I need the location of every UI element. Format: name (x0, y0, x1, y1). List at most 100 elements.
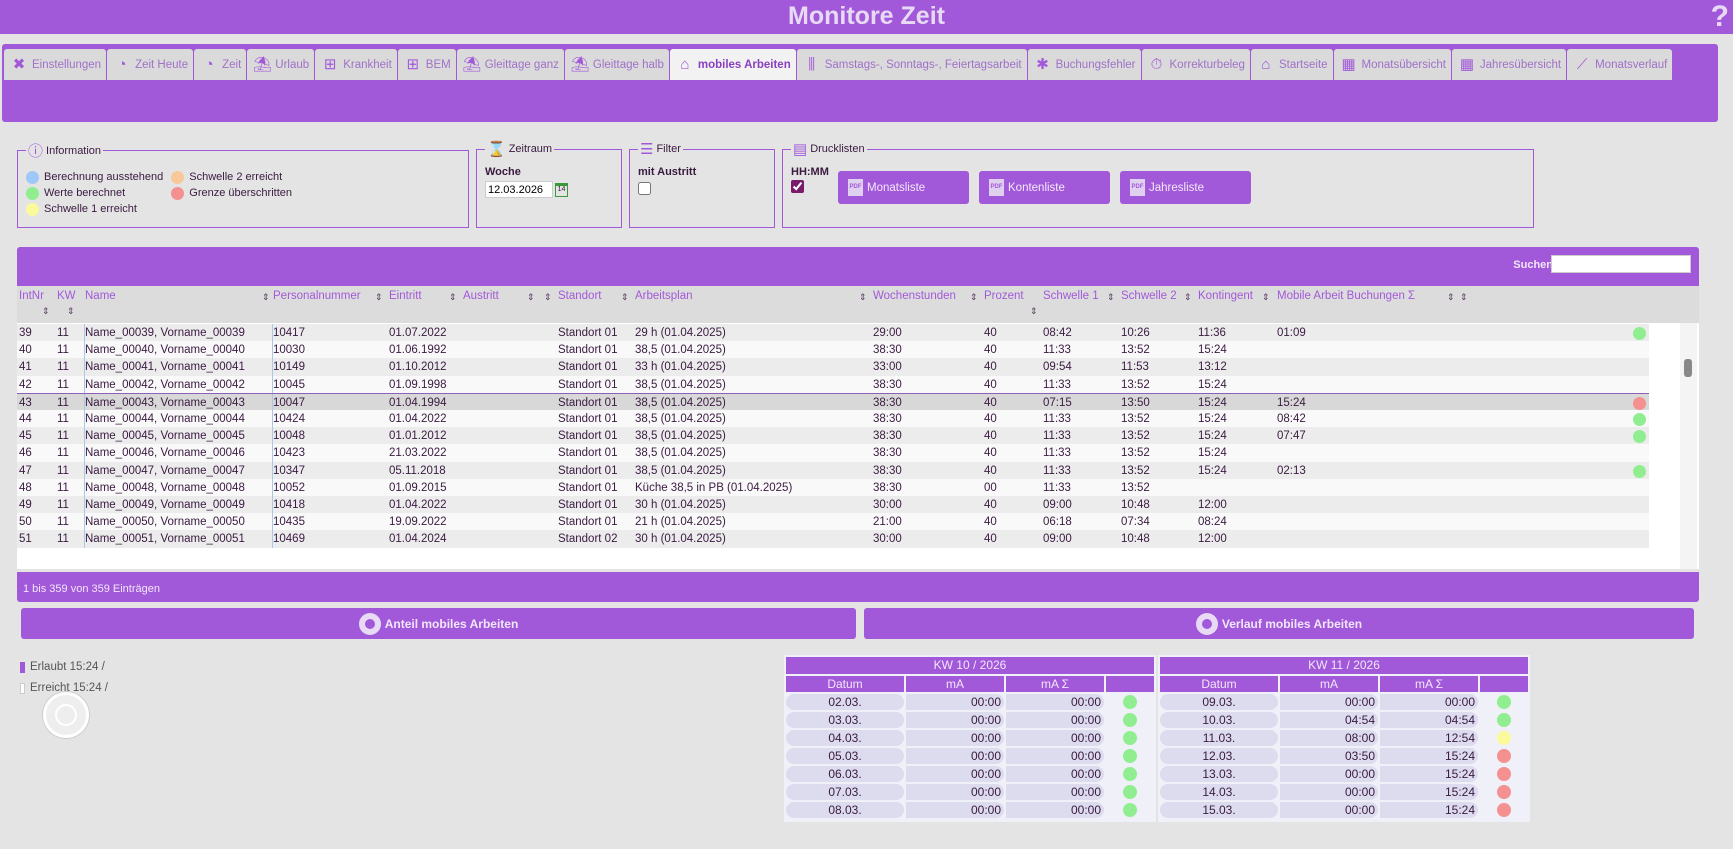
table-row[interactable]: 45 11 Name_00045, Vorname_00045 10048 01.01.… (17, 427, 1649, 447)
table-cell: 15:24 (1198, 378, 1227, 391)
table-row[interactable]: 51 11 Name_00051, Vorname_00051 10469 01.04.… (17, 530, 1649, 550)
calendar-icon[interactable]: 14 (555, 182, 568, 197)
column-header[interactable]: Arbeitsplan (635, 290, 693, 302)
tab-krankheit[interactable]: ⊞ Krankheit (315, 49, 397, 80)
search-input[interactable] (1551, 255, 1691, 273)
table-cell: 38,5 (01.04.2025) (635, 413, 726, 425)
tab-label: Krankheit (343, 58, 392, 71)
tab-samstags-sonntags-feiertagsarbeit[interactable]: ⫼ Samstags-, Sonntags-, Feiertagsarbeit (796, 49, 1027, 80)
column-header[interactable]: Kontingent (1198, 290, 1253, 302)
column-header[interactable]: Schwelle 1 (1043, 290, 1099, 302)
sort-icon[interactable]: ⇕ (42, 306, 50, 317)
sort-icon[interactable]: ⇕ (262, 292, 270, 303)
tab-korrekturbeleg[interactable]: ⏱ Korrekturbeleg (1141, 49, 1250, 80)
table-cell: Standort 01 (558, 430, 618, 443)
sort-icon[interactable]: ⇕ (1030, 306, 1038, 317)
table-row[interactable]: 40 11 Name_00040, Vorname_00040 10030 01.06.… (17, 341, 1649, 361)
column-header[interactable]: Standort (558, 290, 601, 302)
verlauf-mobiles-arbeiten-button[interactable]: Verlauf mobiles Arbeiten (864, 608, 1694, 639)
table-row[interactable]: 43 11 Name_00043, Vorname_00043 10047 01.04.… (17, 392, 1649, 412)
table-row[interactable]: 44 11 Name_00044, Vorname_00044 10424 01.04.… (17, 410, 1649, 429)
sort-icon[interactable]: ⇕ (1107, 292, 1115, 303)
column-header[interactable]: Prozent (984, 290, 1024, 302)
anteil-mobiles-arbeiten-button[interactable]: Anteil mobiles Arbeiten (21, 608, 856, 639)
table-cell: 10030 (273, 344, 305, 357)
tab-einstellungen[interactable]: ✖ Einstellungen (4, 49, 107, 80)
scrollbar-thumb[interactable] (1684, 359, 1692, 377)
column-header[interactable]: KW (57, 290, 76, 302)
column-header[interactable]: Personalnummer (273, 290, 361, 302)
sort-icon[interactable]: ⇕ (621, 292, 629, 303)
tab-monatsübersicht[interactable]: ▦ Monatsübersicht (1333, 49, 1451, 80)
table-row[interactable]: 47 11 Name_00047, Vorname_00047 10347 05.11.… (17, 461, 1649, 481)
sort-icon[interactable]: ⇕ (449, 292, 457, 303)
sort-icon[interactable]: ⇕ (970, 292, 978, 303)
kontenliste-button[interactable]: PDF Kontenliste (979, 171, 1110, 204)
tab-bem[interactable]: ⊞ BEM (397, 49, 456, 80)
clock-icon: ◔ (204, 55, 214, 73)
column-header[interactable]: Wochenstunden (873, 290, 956, 302)
tab-monatsverlauf[interactable]: ⟋ Monatsverlauf (1567, 49, 1673, 80)
sort-icon[interactable]: ⇕ (527, 292, 535, 303)
table-row[interactable]: 48 11 Name_00048, Vorname_00048 10052 01.09.… (17, 478, 1649, 498)
sort-icon[interactable]: ⇕ (1184, 292, 1192, 303)
week-row: 08.03. 00:00 00:00 (786, 802, 1154, 818)
anteil-donut-chart (43, 692, 89, 738)
table-cell: 11 (57, 533, 69, 546)
week-date-input[interactable] (485, 181, 553, 198)
sort-icon[interactable]: ⇕ (859, 292, 867, 303)
table-cell: 38:30 (873, 378, 902, 391)
column-header[interactable]: Eintritt (389, 290, 422, 302)
tab-jahresübersicht[interactable]: ▦ Jahresübersicht (1451, 49, 1567, 80)
column-header[interactable]: Schwelle 2 (1121, 290, 1177, 302)
table-row[interactable]: 46 11 Name_00046, Vorname_00046 10423 21.03.… (17, 444, 1649, 464)
help-icon[interactable]: ? (1711, 0, 1729, 34)
tab-mobiles-arbeiten[interactable]: ⌂ mobiles Arbeiten (669, 49, 796, 80)
column-header[interactable]: Name (85, 290, 116, 302)
sort-icon[interactable]: ⇕ (1460, 292, 1468, 303)
tab-urlaub[interactable]: ⛱ Urlaub (247, 49, 315, 80)
column-header[interactable]: Mobile Arbeit Buchungen Σ (1277, 290, 1415, 302)
column-header[interactable]: Austritt (463, 290, 499, 302)
table-row[interactable]: 42 11 Name_00042, Vorname_00042 10045 01.09.… (17, 375, 1649, 395)
sort-icon[interactable]: ⇕ (67, 306, 75, 317)
sort-icon[interactable]: ⇕ (1447, 292, 1455, 303)
jahresliste-button[interactable]: PDF Jahresliste (1120, 171, 1251, 204)
eye-icon (1195, 612, 1218, 635)
sort-icon[interactable]: ⇕ (375, 292, 383, 303)
legend-item: Grenze überschritten (171, 185, 292, 201)
table-cell: 08:42 (1043, 327, 1072, 339)
table-row[interactable]: 49 11 Name_00049, Vorname_00049 10418 01.04.… (17, 496, 1649, 515)
tab-gleittage-halb[interactable]: ⛱ Gleittage halb (564, 49, 669, 80)
table-cell: 19.09.2022 (389, 516, 447, 529)
tab-startseite[interactable]: ⌂ Startseite (1250, 49, 1333, 80)
tab-zeit-heute[interactable]: ◔ Zeit Heute (107, 49, 194, 80)
table-cell: 40 (984, 327, 997, 339)
table-row[interactable]: 39 11 Name_00039, Vorname_00039 10417 01.07.… (17, 324, 1649, 343)
table-cell: Name_00039, Vorname_00039 (85, 327, 245, 339)
sort-icon[interactable]: ⇕ (544, 292, 552, 303)
table-cell: Standort 01 (558, 481, 618, 494)
table-row[interactable]: 50 11 Name_00050, Vorname_00050 10435 19.09.… (17, 513, 1649, 533)
status-dot-icon (171, 170, 185, 184)
tab-zeit[interactable]: ◔ Zeit (194, 49, 247, 80)
table-row[interactable]: 41 11 Name_00041, Vorname_00041 10149 01.10.… (17, 358, 1649, 378)
table-cell: Standort 01 (558, 344, 618, 357)
tab-gleittage-ganz[interactable]: ⛱ Gleittage ganz (456, 49, 564, 80)
status-dot-icon (1123, 803, 1137, 817)
table-cell: 15:24 (1198, 464, 1227, 477)
table-cell: 38:30 (873, 464, 902, 477)
stopwatch-icon: ⏱ (1150, 55, 1163, 73)
monatsliste-button[interactable]: PDF Monatsliste (838, 171, 969, 204)
sort-icon[interactable]: ⇕ (1262, 292, 1270, 303)
column-header[interactable]: IntNr (19, 290, 44, 302)
table-cell: 11 (57, 464, 69, 477)
table-cell: 40 (984, 464, 997, 477)
mit-austritt-checkbox[interactable] (638, 182, 651, 195)
hhmm-checkbox[interactable] (791, 180, 804, 193)
hourglass-icon: ⌛ (487, 141, 506, 158)
table-scrollbar[interactable] (1680, 323, 1697, 569)
table-cell: 07:15 (1043, 396, 1072, 409)
table-cell: 15:24 (1198, 413, 1227, 425)
tab-buchungsfehler[interactable]: ✱ Buchungsfehler (1027, 49, 1141, 80)
